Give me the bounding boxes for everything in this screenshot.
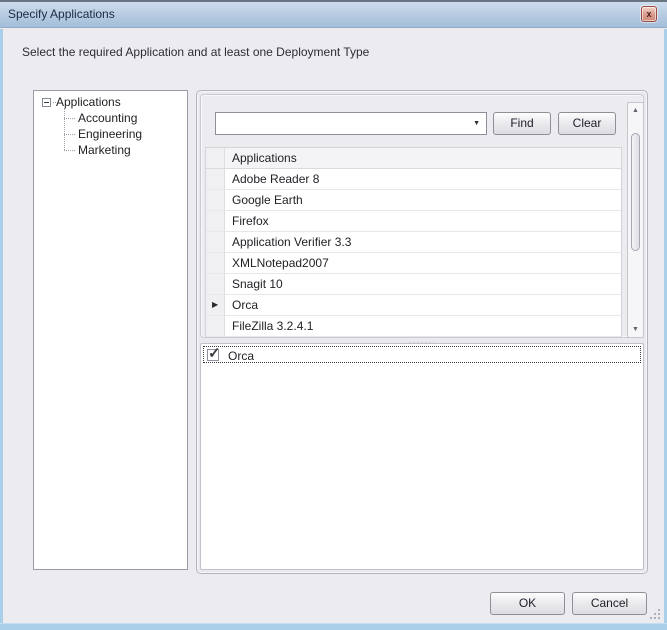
- resize-grip[interactable]: [650, 609, 652, 611]
- list-item-orca[interactable]: ✓ Orca: [203, 346, 641, 363]
- tree-node-accounting[interactable]: Accounting: [78, 111, 137, 125]
- find-button[interactable]: Find: [493, 112, 551, 135]
- tree-node-engineering[interactable]: Engineering: [78, 127, 142, 141]
- checkbox[interactable]: ✓: [207, 349, 219, 361]
- table-row[interactable]: Snagit 10: [206, 274, 621, 295]
- current-row-icon: ▶: [212, 300, 218, 309]
- grid-scrollbar[interactable]: ▲ ▼: [627, 102, 644, 338]
- grid-row-header-cell: [206, 232, 225, 252]
- applications-grid-panel: ▼ Find Clear Applications Adobe Reader 8: [200, 94, 644, 338]
- grid-row-header-cell: [206, 253, 225, 273]
- applications-group: ▼ Find Clear Applications Adobe Reader 8: [196, 90, 648, 574]
- tree-connector: [64, 150, 75, 151]
- ok-button[interactable]: OK: [490, 592, 565, 615]
- table-row[interactable]: FileZilla 3.2.4.1: [206, 316, 621, 337]
- dialog-body: Select the required Application and at l…: [3, 29, 664, 623]
- grid-row-header-cell: [206, 190, 225, 210]
- tree-connector: [64, 108, 65, 150]
- close-icon[interactable]: x: [641, 6, 657, 22]
- grid-row-header-cell: [206, 169, 225, 189]
- tree-connector: [64, 134, 75, 135]
- search-input[interactable]: [218, 115, 466, 132]
- grid-cell[interactable]: Orca: [232, 298, 617, 312]
- grid-row-header-cell: ▶: [206, 295, 225, 315]
- grid-cell[interactable]: Firefox: [232, 214, 617, 228]
- chevron-down-icon[interactable]: ▼: [473, 120, 480, 127]
- grid-cell[interactable]: Snagit 10: [232, 277, 617, 291]
- grid-row-header-cell: [206, 274, 225, 294]
- table-row[interactable]: XMLNotepad2007: [206, 253, 621, 274]
- table-row[interactable]: Firefox: [206, 211, 621, 232]
- tree-node-applications[interactable]: Applications: [56, 95, 121, 109]
- grid-cell[interactable]: XMLNotepad2007: [232, 256, 617, 270]
- titlebar[interactable]: Specify Applications x: [0, 2, 667, 28]
- window-title: Specify Applications: [8, 7, 115, 21]
- applications-grid: Applications Adobe Reader 8 Google Earth…: [205, 147, 622, 337]
- scroll-up-icon[interactable]: ▲: [628, 103, 643, 118]
- grid-header-row[interactable]: Applications: [206, 148, 621, 169]
- clear-button[interactable]: Clear: [558, 112, 616, 135]
- tree-collapse-icon[interactable]: [42, 98, 51, 107]
- scroll-down-icon[interactable]: ▼: [628, 322, 643, 337]
- check-icon: ✓: [208, 344, 221, 362]
- instruction-text: Select the required Application and at l…: [22, 45, 369, 59]
- grid-row-header-cell: [206, 148, 225, 168]
- grid-cell[interactable]: FileZilla 3.2.4.1: [232, 319, 617, 333]
- grid-cell[interactable]: Adobe Reader 8: [232, 172, 617, 186]
- grid-row-header-cell: [206, 316, 225, 336]
- table-row[interactable]: Application Verifier 3.3: [206, 232, 621, 253]
- applications-tree: Applications Accounting Engineering Mark…: [33, 90, 188, 570]
- search-combobox[interactable]: ▼: [215, 112, 487, 135]
- grid-row-header-cell: [206, 211, 225, 231]
- specify-applications-dialog: Specify Applications x Select the requir…: [0, 0, 667, 630]
- table-row[interactable]: Adobe Reader 8: [206, 169, 621, 190]
- cancel-button[interactable]: Cancel: [572, 592, 647, 615]
- grid-cell[interactable]: Application Verifier 3.3: [232, 235, 617, 249]
- list-item-label[interactable]: Orca: [228, 349, 254, 363]
- grid-column-header[interactable]: Applications: [232, 151, 617, 165]
- window-frame-bottom: [0, 623, 667, 630]
- scrollbar-thumb[interactable]: [631, 133, 640, 251]
- table-row-current[interactable]: ▶ Orca: [206, 295, 621, 316]
- tree-connector: [64, 118, 75, 119]
- deployment-type-list: ✓ Orca: [200, 343, 644, 570]
- grid-cell[interactable]: Google Earth: [232, 193, 617, 207]
- table-row[interactable]: Google Earth: [206, 190, 621, 211]
- tree-node-marketing[interactable]: Marketing: [78, 143, 131, 157]
